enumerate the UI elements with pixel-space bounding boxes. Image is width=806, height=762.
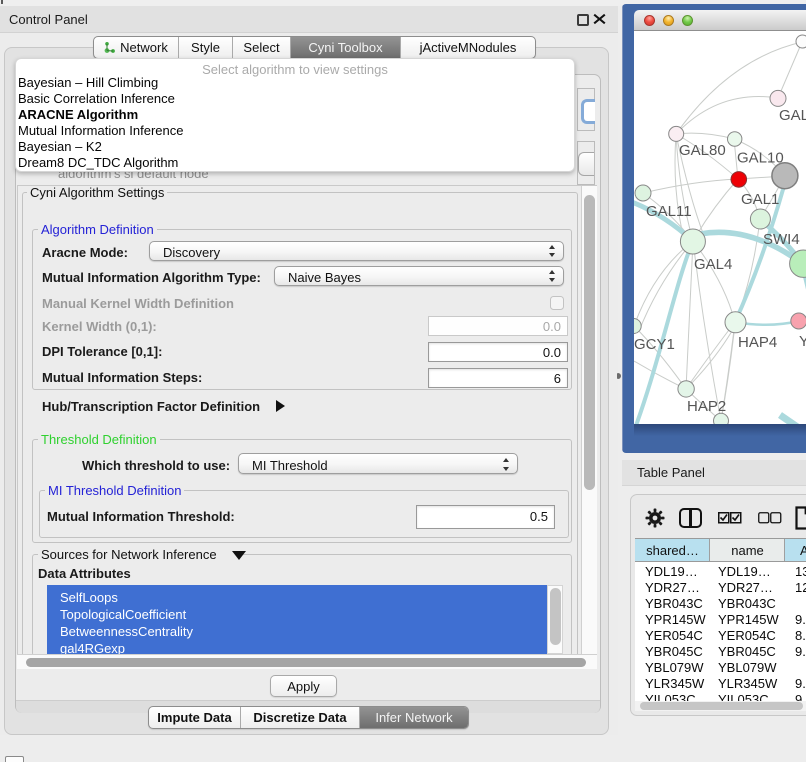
svg-text:GAL11: GAL11 [646,203,692,220]
svg-text:GAL4: GAL4 [694,256,732,273]
svg-text:GAL7: GAL7 [779,107,806,124]
svg-text:HAP2: HAP2 [687,398,726,415]
svg-text:GAL80: GAL80 [679,142,726,159]
svg-text:GAL1: GAL1 [741,191,779,208]
svg-text:GAL10: GAL10 [737,150,784,167]
svg-text:GCY1: GCY1 [634,336,675,353]
svg-text:HAP4: HAP4 [738,334,777,351]
svg-text:YJ: YJ [799,333,806,350]
svg-text:SWI4: SWI4 [763,231,800,248]
